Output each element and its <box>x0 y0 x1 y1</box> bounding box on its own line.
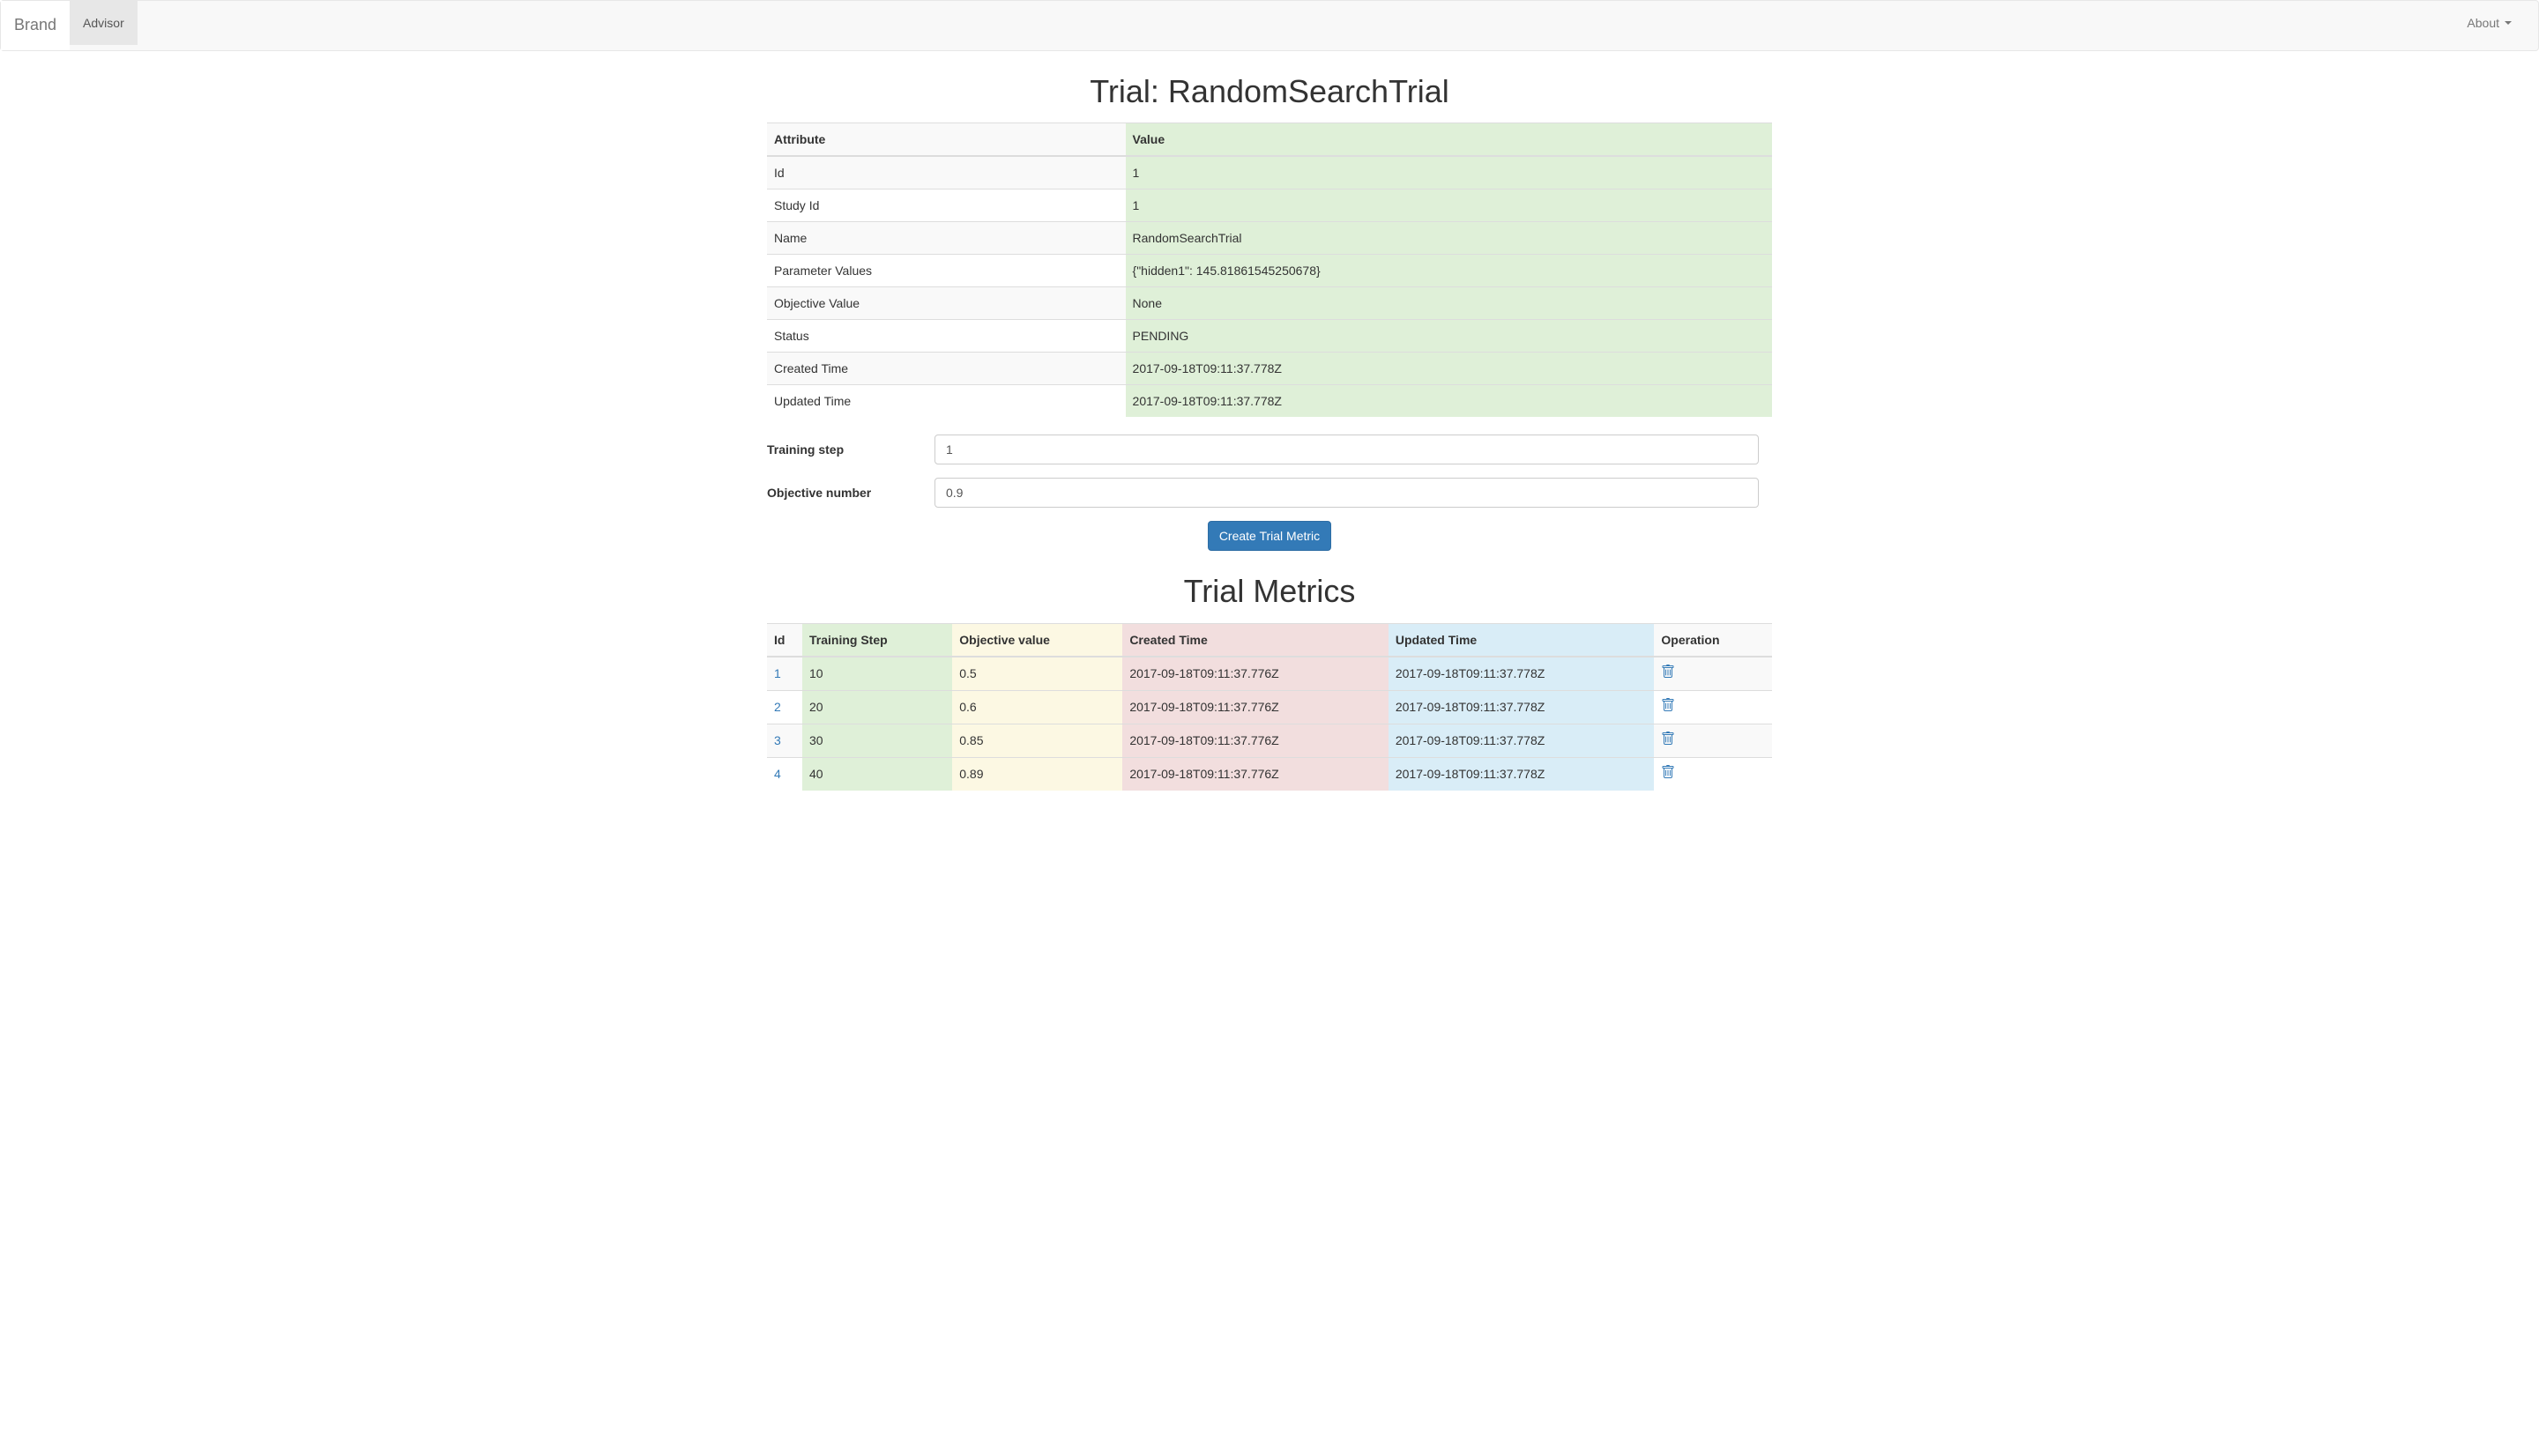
navbar-brand[interactable]: Brand <box>1 1 70 50</box>
nav-item-about: About <box>2453 1 2525 50</box>
table-row: 3 300.852017-09-18T09:11:37.776Z2017-09-1… <box>767 724 1772 757</box>
metric-operation-cell <box>1654 724 1772 757</box>
value-cell: {"hidden1": 145.81861545250678} <box>1126 255 1772 287</box>
metric-training-step-cell: 20 <box>802 690 952 724</box>
metric-id-cell: 2 <box>767 690 802 724</box>
table-row: Id1 <box>767 156 1772 189</box>
trash-icon <box>1661 732 1675 746</box>
value-cell: RandomSearchTrial <box>1126 222 1772 255</box>
metric-updated-time-cell: 2017-09-18T09:11:37.778Z <box>1389 657 1655 691</box>
attr-cell: Created Time <box>767 353 1126 385</box>
attr-cell: Name <box>767 222 1126 255</box>
table-row: 1 100.52017-09-18T09:11:37.776Z2017-09-18… <box>767 657 1772 691</box>
metric-created-time-cell: 2017-09-18T09:11:37.776Z <box>1122 690 1389 724</box>
metric-id-cell: 1 <box>767 657 802 691</box>
value-cell: PENDING <box>1126 320 1772 353</box>
value-cell: 2017-09-18T09:11:37.778Z <box>1126 353 1772 385</box>
attr-header-value: Value <box>1126 123 1772 157</box>
metric-objective-value-cell: 0.6 <box>952 690 1122 724</box>
metric-objective-value-cell: 0.5 <box>952 657 1122 691</box>
metric-created-time-cell: 2017-09-18T09:11:37.776Z <box>1122 657 1389 691</box>
metric-created-time-cell: 2017-09-18T09:11:37.776Z <box>1122 724 1389 757</box>
attr-cell: Status <box>767 320 1126 353</box>
chevron-down-icon <box>2505 21 2512 25</box>
table-row: 2 200.62017-09-18T09:11:37.776Z2017-09-18… <box>767 690 1772 724</box>
metric-id-cell: 3 <box>767 724 802 757</box>
table-row: Study Id1 <box>767 189 1772 222</box>
metric-training-step-cell: 10 <box>802 657 952 691</box>
navbar-right: About <box>2453 1 2525 50</box>
nav-about-label: About <box>2467 14 2499 32</box>
table-row: Created Time2017-09-18T09:11:37.778Z <box>767 353 1772 385</box>
metrics-header-updated-time: Updated Time <box>1389 623 1655 657</box>
metric-operation-cell <box>1654 690 1772 724</box>
metric-objective-value-cell: 0.85 <box>952 724 1122 757</box>
navbar-left: Brand Advisor <box>1 1 138 50</box>
table-row: NameRandomSearchTrial <box>767 222 1772 255</box>
delete-metric-button[interactable] <box>1661 768 1675 782</box>
metric-id-cell: 4 <box>767 757 802 791</box>
metric-updated-time-cell: 2017-09-18T09:11:37.778Z <box>1389 724 1655 757</box>
metrics-header-objective-value: Objective value <box>952 623 1122 657</box>
main-container: Trial: RandomSearchTrial Attribute Value… <box>754 69 1785 791</box>
attr-cell: Parameter Values <box>767 255 1126 287</box>
metrics-header-operation: Operation <box>1654 623 1772 657</box>
metric-training-step-cell: 40 <box>802 757 952 791</box>
navbar-nav: Advisor <box>70 1 138 50</box>
value-cell: 1 <box>1126 156 1772 189</box>
metric-id-link[interactable]: 4 <box>774 767 781 781</box>
table-row: 4 400.892017-09-18T09:11:37.776Z2017-09-1… <box>767 757 1772 791</box>
training-step-label: Training step <box>767 441 934 458</box>
metric-updated-time-cell: 2017-09-18T09:11:37.778Z <box>1389 690 1655 724</box>
metric-created-time-cell: 2017-09-18T09:11:37.776Z <box>1122 757 1389 791</box>
metric-id-link[interactable]: 3 <box>774 733 781 747</box>
metrics-table: Id Training Step Objective value Created… <box>767 623 1772 791</box>
attr-header-attribute: Attribute <box>767 123 1126 157</box>
nav-item-advisor: Advisor <box>70 1 138 50</box>
table-row: StatusPENDING <box>767 320 1772 353</box>
table-row: Parameter Values{"hidden1": 145.81861545… <box>767 255 1772 287</box>
table-row: Updated Time2017-09-18T09:11:37.778Z <box>767 385 1772 418</box>
value-cell: 2017-09-18T09:11:37.778Z <box>1126 385 1772 418</box>
metric-operation-cell <box>1654 657 1772 691</box>
delete-metric-button[interactable] <box>1661 667 1675 681</box>
delete-metric-button[interactable] <box>1661 701 1675 715</box>
nav-link-about[interactable]: About <box>2453 1 2525 45</box>
metrics-header-training-step: Training Step <box>802 623 952 657</box>
trash-icon <box>1661 765 1675 779</box>
create-metric-form: Training step Objective number Create Tr… <box>767 435 1772 551</box>
metric-objective-value-cell: 0.89 <box>952 757 1122 791</box>
metrics-header-id: Id <box>767 623 802 657</box>
value-cell: None <box>1126 287 1772 320</box>
metric-training-step-cell: 30 <box>802 724 952 757</box>
attr-cell: Updated Time <box>767 385 1126 418</box>
create-trial-metric-button[interactable]: Create Trial Metric <box>1208 521 1331 551</box>
trash-icon <box>1661 665 1675 679</box>
metrics-title: Trial Metrics <box>767 568 1772 613</box>
page-title: Trial: RandomSearchTrial <box>767 69 1772 114</box>
attr-cell: Objective Value <box>767 287 1126 320</box>
metric-id-link[interactable]: 1 <box>774 666 781 680</box>
navbar: Brand Advisor About <box>0 0 2539 51</box>
form-group-training-step: Training step <box>767 435 1772 464</box>
trash-icon <box>1661 698 1675 712</box>
metric-id-link[interactable]: 2 <box>774 700 781 714</box>
objective-number-input[interactable] <box>934 478 1759 508</box>
metric-operation-cell <box>1654 757 1772 791</box>
objective-number-label: Objective number <box>767 484 934 501</box>
metrics-header-created-time: Created Time <box>1122 623 1389 657</box>
value-cell: 1 <box>1126 189 1772 222</box>
attr-cell: Id <box>767 156 1126 189</box>
table-row: Objective ValueNone <box>767 287 1772 320</box>
nav-link-advisor[interactable]: Advisor <box>70 1 138 45</box>
training-step-input[interactable] <box>934 435 1759 464</box>
attr-cell: Study Id <box>767 189 1126 222</box>
form-group-objective-number: Objective number <box>767 478 1772 508</box>
metric-updated-time-cell: 2017-09-18T09:11:37.778Z <box>1389 757 1655 791</box>
delete-metric-button[interactable] <box>1661 734 1675 748</box>
attributes-table: Attribute Value Id1Study Id1NameRandomSe… <box>767 123 1772 417</box>
